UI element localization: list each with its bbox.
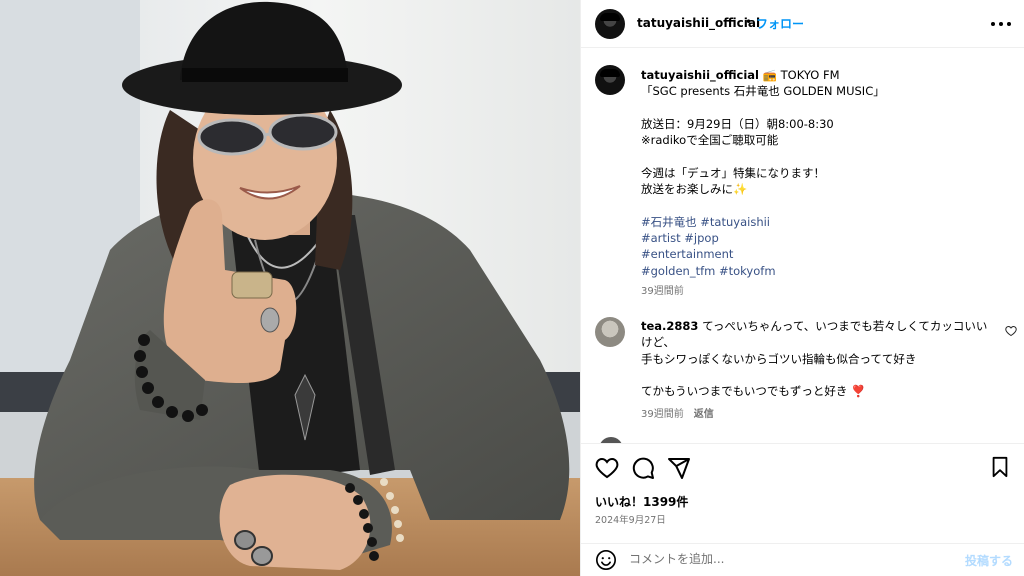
reply-button[interactable]: 返信 (694, 409, 714, 420)
commenter-username[interactable]: tea.2883 (641, 319, 698, 333)
smiley-icon[interactable] (595, 549, 617, 571)
action-bar: いいね！1399件 2024年9月27日 (581, 443, 1024, 543)
post-comment-button[interactable]: 投稿する (965, 552, 1013, 569)
caption-body: 「SGC presents 石井竜也 GOLDEN MUSIC」 放送日：9月2… (641, 84, 885, 197)
comment: tea.2883 てっぺいちゃんって、いつまでも若々しくてカッコいいけど、 手も… (641, 318, 996, 399)
hashtags-line-4[interactable]: #golden_tfm #tokyofm (641, 264, 776, 278)
author-avatar[interactable] (595, 9, 625, 39)
more-dots-icon[interactable] (991, 14, 1011, 34)
comment-time[interactable]: 39週間前 (641, 409, 684, 420)
hashtags-line-2[interactable]: #artist #jpop (641, 231, 719, 245)
hashtags-line-1[interactable]: #石井竜也 #tatuyaishii (641, 215, 770, 229)
post-photo[interactable] (0, 0, 580, 576)
comment-meta: 39週間前 返信 (641, 405, 714, 420)
post-date[interactable]: 2024年9月27日 (595, 512, 666, 526)
commenter-avatar[interactable] (595, 317, 625, 347)
post-image (0, 0, 580, 576)
author-username[interactable]: tatuyaishii_official (637, 16, 760, 30)
caption-time[interactable]: 39週間前 (641, 282, 684, 297)
follow-button[interactable]: フォロー (756, 15, 804, 32)
caption-line1: TOKYO FM (776, 68, 840, 82)
header-separator: • (745, 15, 753, 29)
caption: tatuyaishii_official 📻 TOKYO FM 「SGC pre… (641, 67, 1011, 279)
hashtags-line-3[interactable]: #entertainment (641, 247, 733, 261)
sparkle-icon: ✨ (733, 182, 748, 197)
comment-bubble-icon[interactable] (631, 456, 655, 480)
comment-input[interactable] (629, 552, 949, 566)
heart-emoji: ❣️ (851, 384, 866, 399)
radio-icon: 📻 (762, 68, 777, 82)
bookmark-icon[interactable] (989, 456, 1011, 478)
post-header: tatuyaishii_official • フォロー (581, 0, 1024, 48)
post-side-panel: tatuyaishii_official • フォロー tatuyaishii_… (580, 0, 1024, 576)
comment-composer: 投稿する (581, 543, 1024, 576)
comments-list[interactable]: tatuyaishii_official 📻 TOKYO FM 「SGC pre… (581, 49, 1024, 443)
comment-like-icon[interactable] (1005, 325, 1017, 337)
caption-username[interactable]: tatuyaishii_official (641, 68, 759, 82)
heart-outline-icon[interactable] (595, 456, 619, 480)
likes-count[interactable]: いいね！1399件 (595, 493, 688, 510)
paper-plane-icon[interactable] (667, 456, 691, 480)
caption-avatar[interactable] (595, 65, 625, 95)
